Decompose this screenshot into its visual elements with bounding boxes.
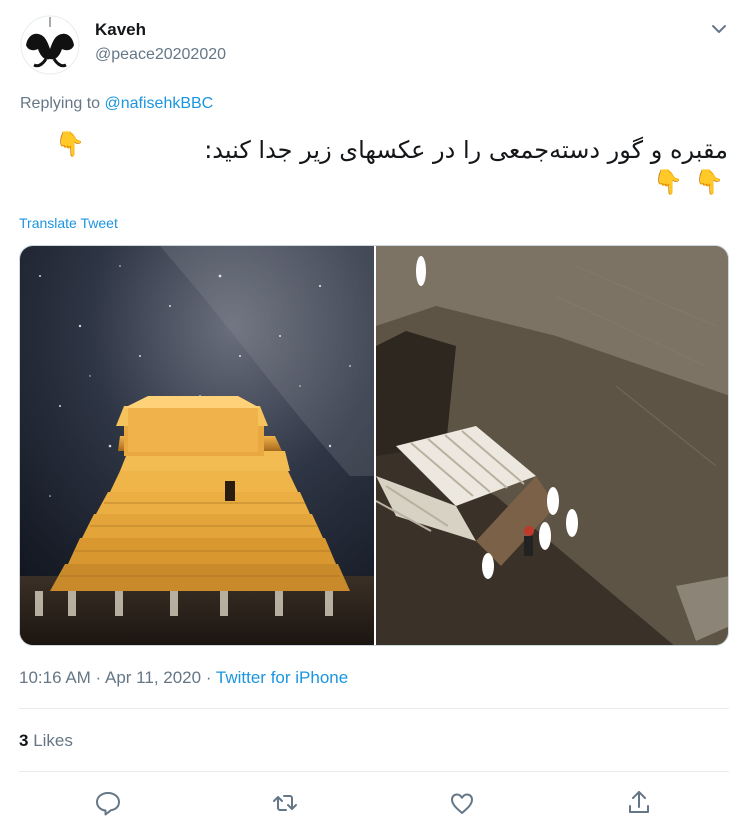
tweet-source[interactable]: Twitter for iPhone xyxy=(216,668,348,687)
pointing-down-emoji: 👇 xyxy=(694,169,724,196)
translate-tweet-link[interactable]: Translate Tweet xyxy=(19,215,118,231)
likes-label: Likes xyxy=(28,731,73,750)
share-icon[interactable] xyxy=(622,786,656,820)
pointing-down-emoji: 👇 xyxy=(653,169,683,196)
reply-to-link[interactable]: @nafisehkBBC xyxy=(105,95,214,112)
meta-separator: · xyxy=(201,668,216,687)
author-name[interactable]: Kaveh xyxy=(95,20,146,40)
photo-tomb[interactable] xyxy=(20,246,374,645)
reply-icon[interactable] xyxy=(91,786,125,820)
replying-to: Replying to @nafisehkBBC xyxy=(20,95,213,113)
replying-prefix: Replying to xyxy=(20,95,105,112)
tweet-meta: 10:16 AM · Apr 11, 2020 · Twitter for iP… xyxy=(19,668,348,688)
divider xyxy=(19,771,729,772)
author-handle[interactable]: @peace20202020 xyxy=(95,46,226,64)
tweet-body: مقبره و گور دسته‌جمعی را در عکسهای زیر ج… xyxy=(204,136,728,164)
avatar[interactable] xyxy=(20,15,80,75)
photo-trench[interactable] xyxy=(376,246,728,645)
chevron-down-icon[interactable] xyxy=(706,16,732,42)
avatar-image xyxy=(20,15,80,75)
tweet-date[interactable]: Apr 11, 2020 xyxy=(105,668,201,687)
tweet-time[interactable]: 10:16 AM xyxy=(19,668,91,687)
media-grid xyxy=(19,245,729,646)
like-icon[interactable] xyxy=(445,786,479,820)
likes-count[interactable]: 3 Likes xyxy=(19,731,73,751)
meta-separator: · xyxy=(90,668,105,687)
retweet-icon[interactable] xyxy=(268,786,302,820)
tweet-text: مقبره و گور دسته‌جمعی را در عکسهای زیر ج… xyxy=(204,136,728,164)
pointing-down-emoji: 👇 xyxy=(55,131,85,158)
divider xyxy=(19,708,729,709)
